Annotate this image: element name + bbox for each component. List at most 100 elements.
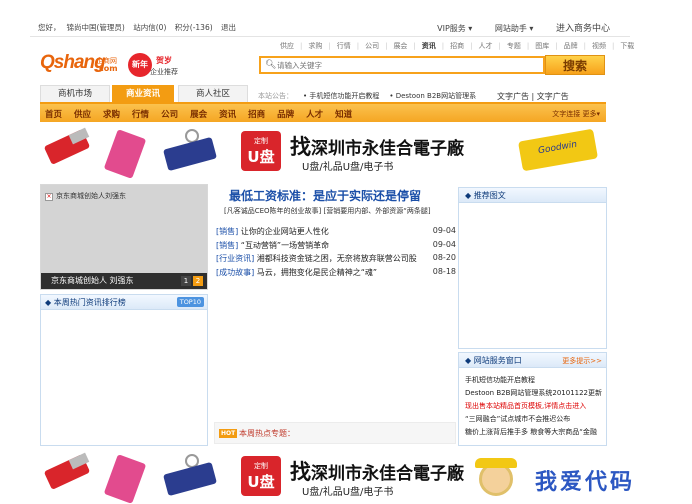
catnav-item[interactable]: 人才 [479, 42, 493, 50]
news-title[interactable]: 湘都科技资金链之困，无奈将放弃联营公司股 [254, 254, 417, 263]
usb-pink-image [103, 454, 147, 504]
focus-slideshow[interactable]: × 京东商城创始人刘强东 京东商城创始人 刘强东 1 2 [40, 184, 208, 290]
catnav-item[interactable]: 视频 [592, 42, 606, 50]
badge-main-text: U盘 [247, 473, 275, 491]
logout-link[interactable]: 退出 [221, 23, 236, 32]
catnav-item[interactable]: 品牌 [564, 42, 578, 50]
slide-page-2[interactable]: 2 [193, 276, 203, 286]
main-nav-item[interactable]: 人才 [306, 110, 323, 120]
catnav-separator: | [611, 42, 615, 50]
search-button[interactable]: 搜索 [545, 55, 605, 75]
usb-blue-image [163, 461, 217, 497]
catnav-item[interactable]: 专题 [507, 42, 521, 50]
search-icon: 🔍︎ [265, 60, 277, 70]
main-nav-item[interactable]: 资讯 [219, 110, 236, 120]
category-nav: 供应 | 求购 | 行情 | 公司 | 展会 | 资讯 | 招商 | 人才 | 专题 | 图库 | 品牌 | 视频 | 下载 [280, 41, 640, 51]
catnav-item[interactable]: 求购 [308, 42, 322, 50]
catnav-separator: | [300, 42, 303, 50]
news-category[interactable]: [销售] [216, 241, 238, 250]
catnav-separator: | [441, 42, 445, 50]
tab-market[interactable]: 商机市场 [40, 85, 110, 102]
headline-link[interactable]: 最低工资标准：是应于实际还是停留 [229, 187, 421, 204]
assistant-menu[interactable]: 网站助手 ▾ [495, 24, 534, 33]
catnav-separator: | [526, 42, 530, 50]
sub-headline-links[interactable]: [凡客诚品CEO陈年的创业故事] [营销要用内部、外部资源“两条腿] [224, 206, 431, 216]
top-bar: 您好， 锦尚中国(管理员) 站内信(0) 积分(-136) 退出 VIP服务 ▾ … [30, 17, 630, 37]
main-nav-item[interactable]: 公司 [161, 110, 178, 120]
main-nav-more[interactable]: 文字连接 更多▾ [552, 109, 600, 119]
catnav-item[interactable]: 招商 [450, 42, 464, 50]
slide-page-1[interactable]: 1 [181, 276, 191, 286]
notice-item-1[interactable]: • 手机短信功能开启教程 [303, 92, 379, 100]
banner-company-name: 深圳市永佳合電子廠 [311, 139, 464, 159]
banner-ad-top[interactable]: 定制 U盘 找深圳市永佳合電子廠 U盘/礼品U盘/电子书 Goodwin [40, 127, 606, 181]
main-nav-item[interactable]: 招商 [248, 110, 265, 120]
news-list: [销售] 让你的企业网站更人性化 09-04 [销售] “互动营销”一场营销革命 09… [216, 226, 456, 280]
catnav-item[interactable]: 图库 [535, 42, 549, 50]
service-item[interactable]: 糖价上涨背后推手多 粮食等大宗商品“金融 [465, 427, 605, 440]
news-category[interactable]: [行业资讯] [216, 254, 254, 263]
news-title[interactable]: 马云，拥抱变化是民企精神之“魂” [254, 268, 377, 277]
messages-link[interactable]: 站内信(0) [133, 23, 166, 32]
banner-company: 找深圳市永佳合電子廠 [290, 131, 464, 161]
service-item[interactable]: 手机短信功能开启教程 [465, 375, 605, 388]
points-link[interactable]: 积分(-136) [175, 23, 213, 32]
site-logo[interactable]: Qshang 企商网 .com [40, 52, 122, 80]
news-title[interactable]: “互动营销”一场营销革命 [238, 241, 329, 250]
main-nav-items: 首页 供应 求购 行情 公司 展会 资讯 招商 品牌 人才 知道 [45, 108, 364, 120]
catnav-item[interactable]: 公司 [365, 42, 379, 50]
business-center-link[interactable]: 进入商务中心 [556, 24, 610, 34]
catnav-separator: | [328, 42, 331, 50]
catnav-item[interactable]: 下载 [620, 42, 634, 50]
news-title[interactable]: 让你的企业网站更人性化 [238, 227, 329, 236]
service-item[interactable]: “三网融合”试点城市不会推迟公布 [465, 414, 605, 427]
catnav-item[interactable]: 资讯 [422, 42, 436, 50]
custom-usb-badge: 定制 U盘 [241, 131, 281, 171]
hot-topics-label: 本周热点专题： [239, 429, 295, 438]
banner-subtitle: U盘/礼品U盘/电子书 [302, 162, 394, 173]
recommended-pics-box: ◆ 推荐图文 [458, 187, 607, 349]
tab-community[interactable]: 商人社区 [178, 85, 248, 102]
news-category[interactable]: [销售] [216, 227, 238, 236]
service-item[interactable]: Destoon B2B网站管理系统20101122更新 [465, 388, 605, 401]
main-nav-item[interactable]: 品牌 [277, 110, 294, 120]
main-nav-item[interactable]: 展会 [190, 110, 207, 120]
service-window-box: ◆ 网站服务窗口 更多提示>> 手机短信功能开启教程 Destoon B2B网站管… [458, 352, 607, 446]
catnav-separator: | [555, 42, 558, 50]
new-year-badge: 新年 贺岁 企业推荐 [128, 53, 190, 79]
news-date: 09-04 [432, 226, 456, 235]
news-date: 09-04 [432, 239, 456, 249]
watermark-text: 我爱代码 [535, 469, 636, 495]
usb-brand-text: Goodwin [537, 139, 578, 157]
user-link[interactable]: 锦尚中国(管理员) [67, 23, 125, 32]
news-category[interactable]: [成功故事] [216, 268, 254, 277]
badge-top-text: 定制 [254, 462, 268, 470]
main-nav-item[interactable]: 供应 [74, 110, 91, 120]
news-row[interactable]: [销售] 让你的企业网站更人性化 09-04 [216, 226, 456, 240]
main-nav-item[interactable]: 行情 [132, 110, 149, 120]
catnav-item[interactable]: 展会 [393, 42, 407, 50]
banner-lead: 找 [290, 460, 311, 484]
usb-pink-image [103, 129, 147, 179]
catnav-item[interactable]: 供应 [280, 42, 294, 50]
recommended-pics-title: ◆ 推荐图文 [459, 188, 606, 203]
search-input[interactable] [277, 59, 537, 72]
service-more-link[interactable]: 更多提示>> [562, 356, 602, 366]
main-nav-item[interactable]: 知道 [335, 110, 352, 120]
logo-suffix: .com [96, 64, 118, 73]
hot-topics-bar: HOT 本周热点专题： [214, 422, 456, 444]
main-nav-item[interactable]: 求购 [103, 110, 120, 120]
service-list: 手机短信功能开启教程 Destoon B2B网站管理系统20101122更新 现出售… [465, 375, 605, 440]
news-row[interactable]: [成功故事] 马云，拥抱变化是民企精神之“魂” 08-18 [216, 267, 456, 281]
notice-item-2[interactable]: • Destoon B2B网站管理系 [389, 92, 476, 100]
usb-yellow-image: Goodwin [517, 128, 599, 172]
custom-usb-badge: 定制 U盘 [241, 456, 281, 496]
text-ad-links[interactable]: 文字广告 | 文字广告 [497, 91, 569, 102]
tab-news[interactable]: 商业资讯 [112, 85, 174, 102]
main-nav-item[interactable]: 首页 [45, 110, 62, 120]
news-row[interactable]: [行业资讯] 湘都科技资金链之困，无奈将放弃联营公司股 08-20 [216, 253, 456, 267]
vip-menu[interactable]: VIP服务 ▾ [437, 24, 472, 33]
service-item[interactable]: 现出售本站精品首页模板,详情点击进入 [465, 401, 605, 414]
news-row[interactable]: [销售] “互动营销”一场营销革命 09-04 [216, 240, 456, 254]
catnav-item[interactable]: 行情 [337, 42, 351, 50]
